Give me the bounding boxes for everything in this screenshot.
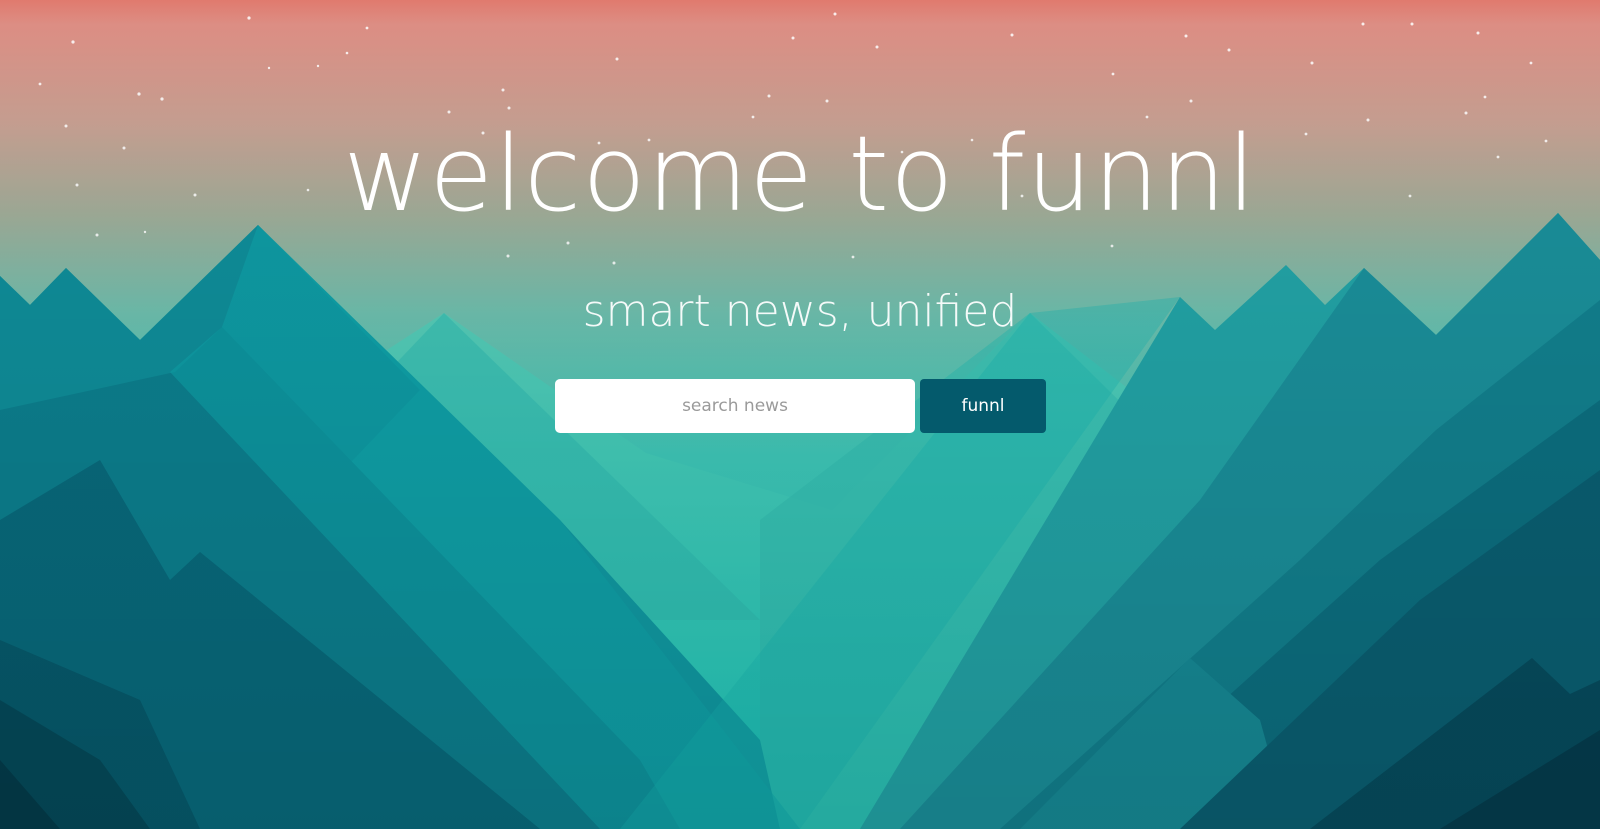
landing-page: welcome to funnl smart news, unified fun… — [0, 0, 1600, 829]
page-subtitle: smart news, unified — [582, 286, 1018, 337]
funnl-button[interactable]: funnl — [920, 379, 1046, 433]
page-title: welcome to funnl — [343, 113, 1257, 235]
search-form: funnl — [555, 379, 1046, 433]
search-input[interactable] — [555, 379, 915, 433]
